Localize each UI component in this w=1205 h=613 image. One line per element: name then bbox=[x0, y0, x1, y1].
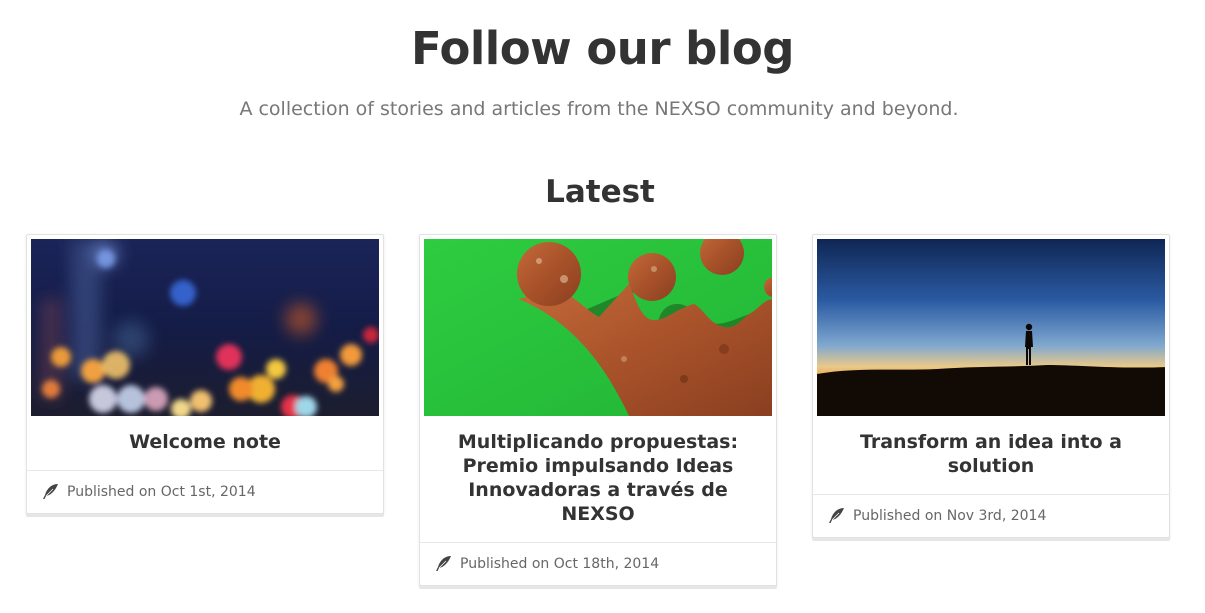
section-title-latest: Latest bbox=[545, 174, 655, 210]
blog-card[interactable]: Transform an idea into a solution Publis… bbox=[812, 234, 1170, 538]
post-date: Published on Oct 18th, 2014 bbox=[460, 555, 660, 572]
post-title[interactable]: Welcome note bbox=[27, 416, 383, 471]
blog-card[interactable]: Multiplicando propuestas: Premio impulsa… bbox=[419, 234, 777, 586]
post-image-rusty-crown[interactable] bbox=[424, 239, 772, 416]
feather-icon bbox=[42, 483, 59, 500]
blog-card[interactable]: Welcome note Published on Oct 1st, 2014 bbox=[26, 234, 384, 514]
post-title[interactable]: Transform an idea into a solution bbox=[813, 416, 1169, 495]
post-image-sunset-silhouette[interactable] bbox=[817, 239, 1165, 416]
post-meta: Published on Nov 3rd, 2014 bbox=[813, 495, 1169, 537]
feather-icon bbox=[828, 507, 845, 524]
feather-icon bbox=[435, 555, 452, 572]
post-meta: Published on Oct 18th, 2014 bbox=[420, 543, 776, 585]
post-date: Published on Nov 3rd, 2014 bbox=[853, 507, 1047, 524]
post-meta: Published on Oct 1st, 2014 bbox=[27, 471, 383, 513]
post-date: Published on Oct 1st, 2014 bbox=[67, 483, 256, 500]
page-title: Follow our blog bbox=[411, 22, 794, 75]
post-image-bokeh-lights[interactable] bbox=[31, 239, 379, 416]
post-title[interactable]: Multiplicando propuestas: Premio impulsa… bbox=[420, 416, 776, 543]
page-subtitle: A collection of stories and articles fro… bbox=[239, 98, 959, 120]
